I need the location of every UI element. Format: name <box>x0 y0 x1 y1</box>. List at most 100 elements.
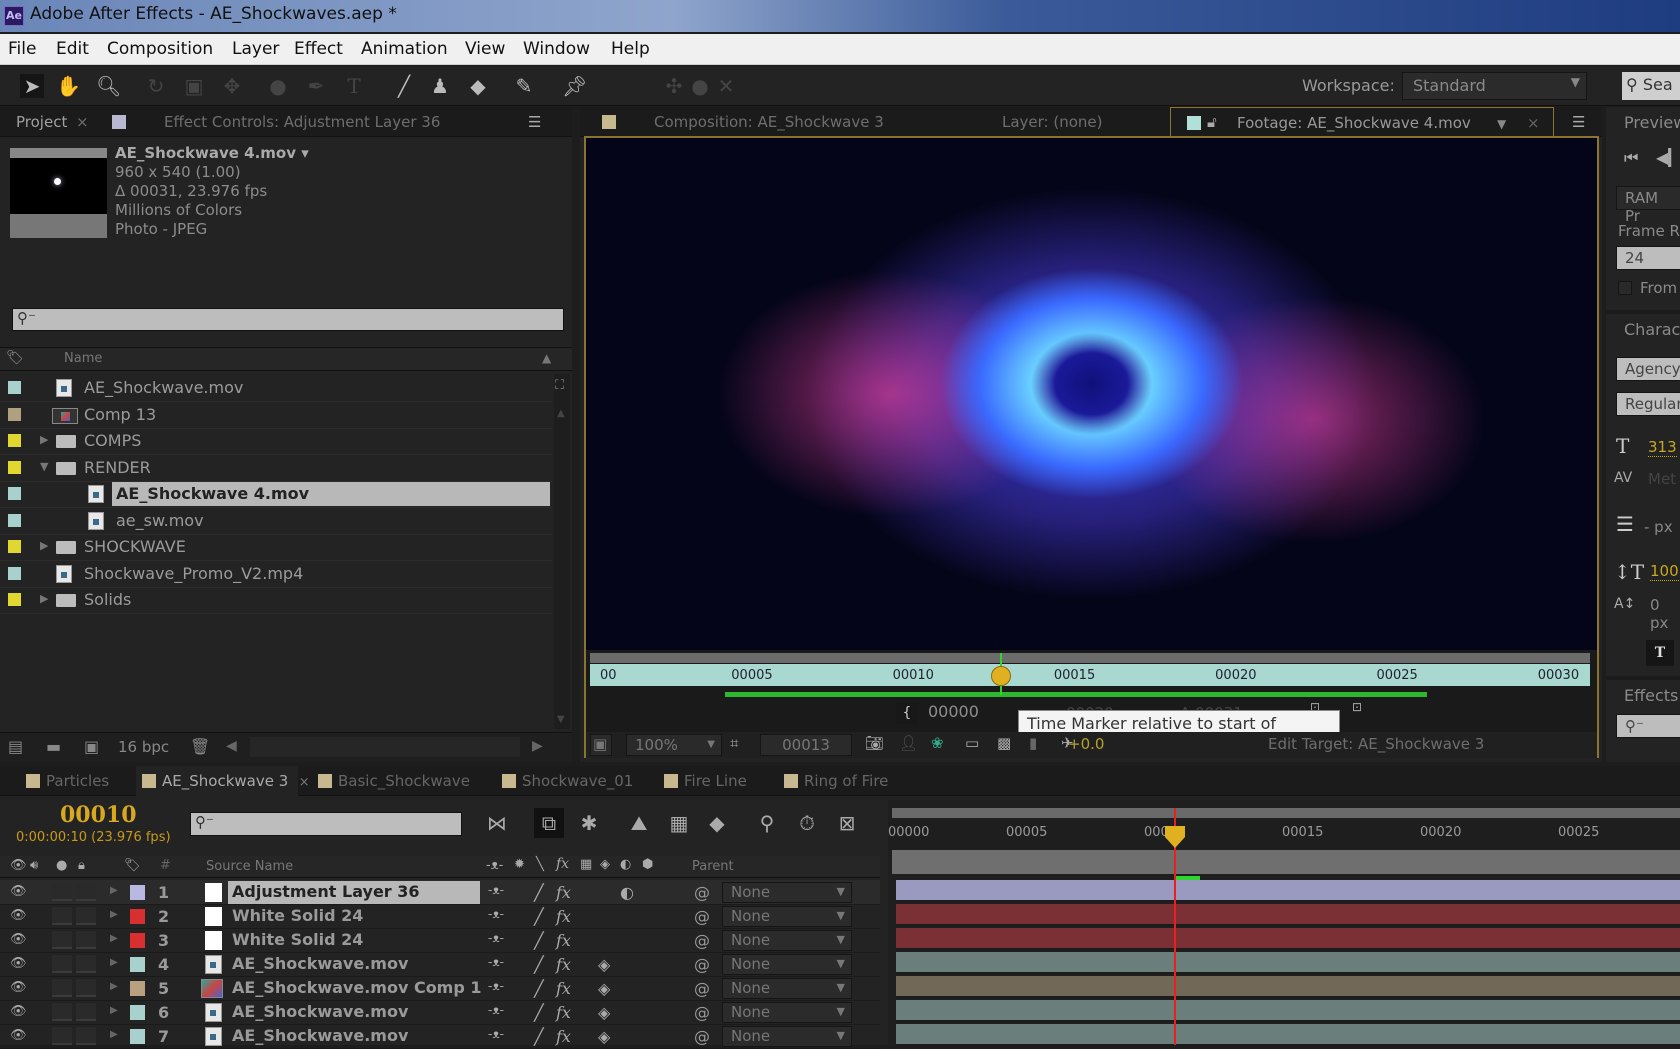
overlay-edit-icon[interactable]: ⊡ <box>1352 700 1362 714</box>
draft-3d-icon[interactable]: ✱ <box>574 808 604 838</box>
motion-blur-switch-icon[interactable]: ◈ <box>598 979 610 998</box>
layer-label-swatch[interactable] <box>130 981 145 996</box>
preview-panel-title[interactable]: Preview <box>1624 113 1680 132</box>
label-color-swatch[interactable] <box>8 566 21 580</box>
layer-name[interactable]: AE_Shockwave.mov Comp 1 <box>232 978 482 997</box>
clone-stamp-tool-icon[interactable]: ♟ <box>428 74 452 98</box>
label-color-swatch[interactable] <box>8 460 21 474</box>
trash-icon[interactable]: 🗑︎ <box>190 737 210 756</box>
layer-row[interactable]: 👁︎ ▶ 2 White Solid 24 -ᴥ- ╱ fx @ None ▼ <box>0 904 880 929</box>
parent-dropdown[interactable]: None ▼ <box>722 978 852 999</box>
layer-duration-bar[interactable] <box>896 952 1680 974</box>
visibility-eye-icon[interactable]: 👁︎ <box>10 884 28 899</box>
shy-switch-icon[interactable]: -ᴥ- <box>488 955 504 969</box>
scroll-left-icon[interactable]: ◀ <box>226 738 237 754</box>
toggle-mask-icon[interactable]: ▭ <box>962 734 986 756</box>
baseline-shift-value[interactable]: 0 px <box>1650 596 1680 632</box>
view-axis-icon[interactable]: ✕ <box>714 74 738 98</box>
shy-switch-icon[interactable]: -ᴥ- <box>488 907 504 921</box>
lock-toggle[interactable] <box>76 979 96 997</box>
solo-toggle[interactable] <box>52 1027 72 1045</box>
menu-edit[interactable]: Edit <box>56 39 89 59</box>
layer-label-swatch[interactable] <box>130 909 145 924</box>
faux-bold-button[interactable]: T <box>1646 640 1674 666</box>
time-navigator-bar[interactable] <box>892 808 1680 818</box>
footage-preview-image[interactable] <box>586 138 1597 650</box>
twirl-closed-icon[interactable]: ▶ <box>110 933 118 944</box>
workspace-dropdown[interactable]: Standard ▼ <box>1402 72 1587 100</box>
effects-panel-title[interactable]: Effects <box>1624 686 1678 705</box>
layer-duration-bar[interactable] <box>896 928 1680 950</box>
timeline-search-input[interactable]: ⚲⁻ <box>190 812 462 836</box>
pan-behind-tool-icon[interactable]: ✥ <box>220 74 244 98</box>
effects-switch-icon[interactable]: fx <box>556 1003 571 1022</box>
panel-menu-icon[interactable]: ☰ <box>528 113 541 131</box>
layer-number-header[interactable]: # <box>160 858 171 873</box>
solo-toggle[interactable] <box>52 1003 72 1021</box>
audio-toggle-header-icon[interactable]: 🔊︎ <box>30 858 38 873</box>
pick-whip-icon[interactable]: @ <box>694 1027 710 1046</box>
tab-footage[interactable]: 🔓︎ Footage: AE_Shockwave 4.mov ▼ × <box>1170 107 1554 137</box>
project-item[interactable]: Shockwave_Promo_V2.mp4 <box>0 560 552 588</box>
transparency-grid-icon[interactable]: ▩ <box>994 734 1018 756</box>
parent-dropdown[interactable]: None ▼ <box>722 1002 852 1023</box>
quality-switch-icon[interactable]: ╱ <box>534 1003 544 1022</box>
twirl-closed-icon[interactable]: ▶ <box>40 592 48 605</box>
tab-ae-shockwave-3[interactable]: AE_Shockwave 3 × <box>136 766 310 796</box>
pick-whip-icon[interactable]: @ <box>694 1003 710 1022</box>
twirl-closed-icon[interactable]: ▶ <box>40 433 48 446</box>
panel-menu-icon[interactable]: ☰ <box>1572 113 1585 131</box>
selection-tool-icon[interactable]: ➤ <box>20 74 44 98</box>
brainstorm-icon[interactable]: ⚲ <box>752 808 782 838</box>
menu-effect[interactable]: Effect <box>294 39 343 59</box>
twirl-closed-icon[interactable]: ▶ <box>110 1029 118 1040</box>
previous-frame-icon[interactable]: ◀▎ <box>1656 148 1680 167</box>
new-folder-icon[interactable]: ▬ <box>46 737 61 756</box>
menu-composition[interactable]: Composition <box>107 39 213 59</box>
project-search-input[interactable]: ⚲⁻ <box>12 308 564 331</box>
label-color-swatch[interactable] <box>8 407 21 421</box>
tab-ring-of-fire[interactable]: Ring of Fire <box>778 766 888 796</box>
in-point-value[interactable]: 00000 <box>928 702 979 721</box>
camera-tool-icon[interactable]: ▣ <box>182 74 206 98</box>
bit-depth-button[interactable]: 16 bpc <box>118 738 169 756</box>
lock-toggle[interactable] <box>76 907 96 925</box>
close-icon[interactable]: × <box>76 113 89 131</box>
visibility-eye-icon[interactable]: 👁︎ <box>10 908 28 923</box>
layer-name[interactable]: AE_Shockwave.mov <box>232 954 408 973</box>
effects-switch-icon[interactable]: fx <box>556 979 571 998</box>
region-of-interest-icon[interactable]: ⌗ <box>726 734 756 756</box>
project-item[interactable]: ▶ COMPS <box>0 427 552 455</box>
tab-composition[interactable]: Composition: AE_Shockwave 3 <box>654 113 884 131</box>
visibility-eye-icon[interactable]: 👁︎ <box>10 1004 28 1019</box>
quality-switch-icon[interactable]: ╱ <box>534 955 544 974</box>
set-in-point-button[interactable]: { <box>896 702 918 724</box>
layer-duration-bar[interactable] <box>896 976 1680 998</box>
effects-search-input[interactable]: ⚲⁻ <box>1616 714 1680 738</box>
menu-layer[interactable]: Layer <box>232 39 279 59</box>
scroll-up-icon[interactable]: ▲ <box>557 408 565 419</box>
layer-row[interactable]: 👁︎ ▶ 5 AE_Shockwave.mov Comp 1 -ᴥ- ╱ fx … <box>0 976 880 1001</box>
stopwatch-icon[interactable]: ⏱ <box>792 808 822 838</box>
footage-time-ruler[interactable]: 00 00005 00010 00015 00020 00025 00030 <box>590 664 1590 686</box>
world-axis-icon[interactable]: ● <box>688 74 712 98</box>
twirl-closed-icon[interactable]: ▶ <box>110 981 118 992</box>
twirl-closed-icon[interactable]: ▶ <box>110 1005 118 1016</box>
project-item[interactable]: ▼ RENDER <box>0 454 552 482</box>
tab-fire-line[interactable]: Fire Line <box>658 766 747 796</box>
layer-label-swatch[interactable] <box>130 885 145 900</box>
chevron-down-icon[interactable]: ▼ <box>1497 117 1506 131</box>
character-panel-title[interactable]: Charact <box>1624 320 1680 339</box>
toggle-view-icon[interactable]: ▮ <box>1026 734 1050 756</box>
layer-row[interactable]: 👁︎ ▶ 3 White Solid 24 -ᴥ- ╱ fx @ None ▼ <box>0 928 880 953</box>
project-item[interactable]: ▶ Solids <box>0 586 552 614</box>
label-color-swatch[interactable] <box>8 487 21 500</box>
rotation-tool-icon[interactable]: ↻ <box>144 74 168 98</box>
hide-shy-layers-icon[interactable]: ⛰ <box>624 808 654 838</box>
always-preview-icon[interactable]: ▣ <box>590 734 612 756</box>
twirl-closed-icon[interactable]: ▶ <box>110 957 118 968</box>
lock-toggle[interactable] <box>76 931 96 949</box>
layer-row[interactable]: 👁︎ ▶ 4 AE_Shockwave.mov -ᴥ- ╱ fx ◈ @ Non… <box>0 952 880 977</box>
graph-editor-icon[interactable]: ⊠ <box>832 808 862 838</box>
timeline-time-ruler[interactable]: 00000 00005 00010 00015 00020 00025 <box>888 822 1680 850</box>
